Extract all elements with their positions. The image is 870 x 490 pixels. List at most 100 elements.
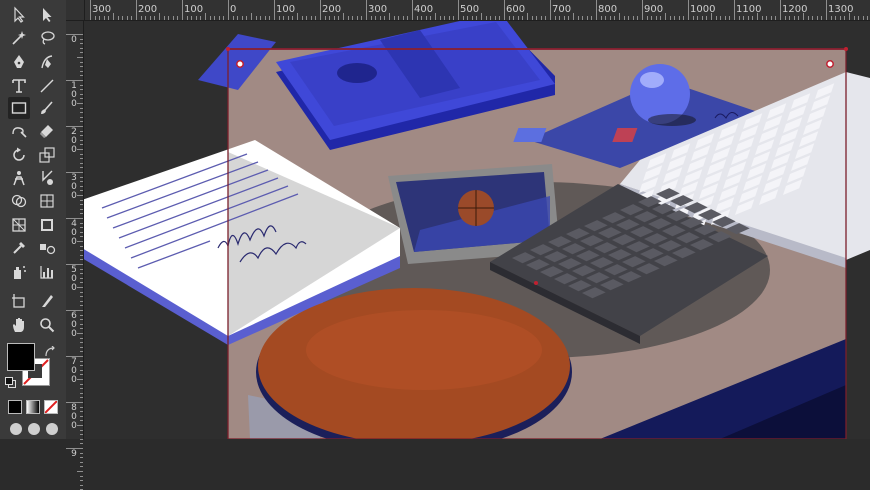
magic-wand-tool-icon[interactable]: [8, 27, 30, 49]
ruler-label: 2 0 0: [71, 127, 77, 155]
ruler-tick: [849, 13, 850, 20]
ruler-label: 4 0 0: [71, 219, 77, 247]
ruler-tick: [228, 0, 229, 20]
ruler-tick: [214, 16, 216, 20]
ruler-tick: [191, 16, 193, 20]
ruler-label: 8 0 0: [71, 403, 77, 431]
ruler-tick: [499, 16, 501, 20]
ruler-tick: [338, 16, 340, 20]
ruler-corner: [66, 0, 85, 21]
ruler-tick: [784, 16, 786, 20]
ruler-tick: [80, 167, 83, 169]
ruler-tick: [80, 388, 83, 390]
lasso-tool-icon[interactable]: [36, 27, 58, 49]
ruler-tick: [80, 273, 83, 275]
ruler-tick: [352, 16, 354, 20]
gradient-mode-button[interactable]: [26, 400, 40, 414]
pen-tool-icon[interactable]: [8, 51, 30, 73]
zoom-tool-icon[interactable]: [36, 314, 58, 336]
ruler-tick: [80, 222, 83, 224]
ruler-tick: [80, 259, 83, 261]
draw-normal-icon[interactable]: [10, 423, 22, 435]
ruler-tick: [379, 16, 381, 20]
ruler-label: 200: [322, 4, 342, 15]
ruler-tick: [77, 425, 83, 426]
direct-selection-tool-icon[interactable]: [36, 4, 58, 26]
type-tool-icon[interactable]: [8, 75, 30, 97]
ruler-tick: [80, 43, 83, 45]
ruler-tick: [77, 287, 83, 288]
default-fill-stroke-icon[interactable]: [5, 377, 16, 388]
free-transform-tool-icon[interactable]: [36, 167, 58, 189]
fill-swatch[interactable]: [7, 343, 35, 371]
column-graph-tool-icon[interactable]: [36, 261, 58, 283]
ruler-tick: [255, 16, 257, 20]
puppet-warp-tool-icon[interactable]: [8, 167, 30, 189]
symbol-sprayer-tool-icon[interactable]: [8, 261, 30, 283]
blend-tool-icon[interactable]: [36, 237, 58, 259]
rotate-tool-icon[interactable]: [8, 144, 30, 166]
ruler-tick: [80, 208, 83, 210]
ruler-tick: [90, 0, 91, 20]
ruler-tick: [113, 13, 114, 20]
ruler-tick: [655, 16, 657, 20]
ruler-tick: [757, 13, 758, 20]
ruler-tick: [66, 448, 83, 449]
eyedropper-tool-icon[interactable]: [8, 237, 30, 259]
ruler-tick: [195, 16, 197, 20]
eraser-tool-icon[interactable]: [36, 120, 58, 142]
ruler-tick: [701, 16, 703, 20]
scale-tool-icon[interactable]: [36, 144, 58, 166]
swap-fill-stroke-icon[interactable]: [44, 343, 56, 357]
ruler-tick: [550, 0, 551, 20]
ruler-tick: [80, 130, 83, 132]
artwork[interactable]: [84, 21, 870, 439]
line-segment-tool-icon[interactable]: [36, 75, 58, 97]
ruler-tick: [416, 16, 418, 20]
ruler-label: 5 0 0: [71, 265, 77, 293]
ruler-tick: [172, 16, 174, 20]
selection-tool-icon[interactable]: [8, 4, 30, 26]
ruler-tick: [274, 0, 275, 20]
ruler-label: 100: [276, 4, 296, 15]
ruler-tick: [384, 16, 386, 20]
ruler-label: 500: [460, 4, 480, 15]
paintbrush-tool-icon[interactable]: [36, 97, 58, 119]
ruler-tick: [205, 13, 206, 20]
slice-tool-icon[interactable]: [36, 290, 58, 312]
ruler-tick: [632, 16, 634, 20]
ruler-tick: [292, 16, 294, 20]
ruler-tick: [858, 16, 860, 20]
ruler-tick: [80, 135, 83, 137]
ruler-tick: [283, 16, 285, 20]
ruler-tick: [80, 342, 83, 344]
ruler-tick: [729, 16, 731, 20]
shaper-tool-icon[interactable]: [8, 120, 30, 142]
ruler-tick: [80, 337, 83, 339]
none-mode-button[interactable]: [44, 400, 58, 414]
ruler-tick: [439, 16, 441, 20]
rectangle-tool-icon[interactable]: [8, 97, 30, 119]
curvature-tool-icon[interactable]: [36, 51, 58, 73]
ruler-tick: [269, 16, 271, 20]
hand-tool-icon[interactable]: [8, 314, 30, 336]
ruler-tick: [80, 112, 83, 114]
shape-builder-tool-icon[interactable]: [8, 190, 30, 212]
ruler-tick: [80, 411, 83, 413]
edit-toolbar-icon[interactable]: [46, 423, 58, 435]
ruler-tick: [66, 310, 83, 311]
perspective-grid-tool-icon[interactable]: [8, 214, 30, 236]
canvas-workspace[interactable]: [84, 21, 870, 439]
ruler-tick: [159, 13, 160, 20]
mesh-tool-icon[interactable]: [36, 214, 58, 236]
gradient-mesh-tool-icon[interactable]: [36, 190, 58, 212]
ruler-tick: [80, 139, 83, 141]
screen-mode-icon[interactable]: [28, 423, 40, 435]
ruler-tick: [706, 16, 708, 20]
color-mode-button[interactable]: [8, 400, 22, 414]
artboard-tool-icon[interactable]: [8, 290, 30, 312]
ruler-tick: [697, 16, 699, 20]
ruler-tick: [80, 162, 83, 164]
ruler-tick: [356, 16, 358, 20]
ruler-tick: [66, 80, 83, 81]
